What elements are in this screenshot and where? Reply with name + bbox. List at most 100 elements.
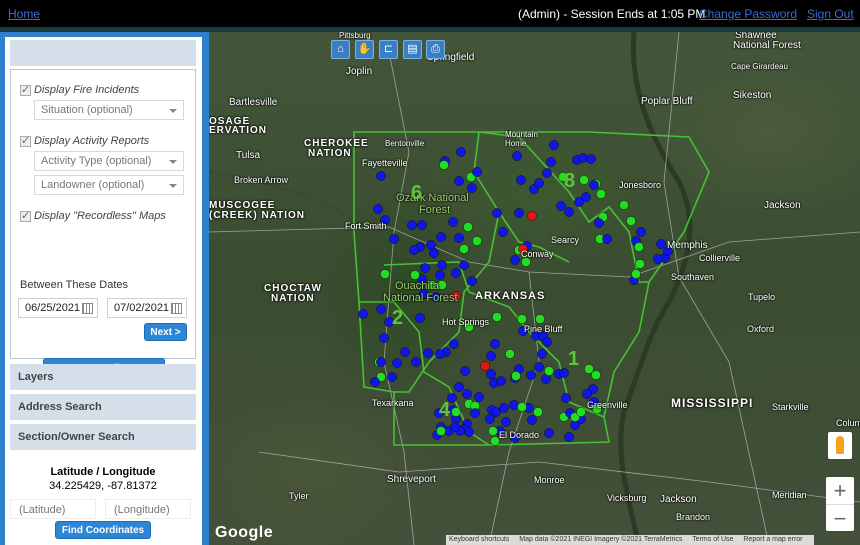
activity-report-marker[interactable] [656,239,666,249]
activity-report-marker[interactable] [472,167,482,177]
calendar-icon[interactable] [171,303,182,314]
hand-icon[interactable]: ✋ [355,40,374,59]
print-icon[interactable]: ⎙ [426,40,445,59]
activity-reports-toggle[interactable]: Display Activity Reports [20,134,149,147]
report-error-link[interactable]: Report a map error [743,536,802,543]
fire-incident-marker[interactable] [480,361,490,371]
activity-type-select[interactable]: Activity Type (optional) [34,151,184,171]
fire-incidents-toggle[interactable]: Display Fire Incidents [20,83,139,96]
latitude-input[interactable]: (Latitude) [10,499,96,519]
recordless-map-marker[interactable] [505,349,515,359]
activity-report-marker[interactable] [509,400,519,410]
activity-report-marker[interactable] [449,339,459,349]
activity-report-marker[interactable] [542,337,552,347]
recordless-map-marker[interactable] [492,312,502,322]
activity-report-marker[interactable] [420,263,430,273]
activity-report-marker[interactable] [486,351,496,361]
recordless-map-marker[interactable] [576,407,586,417]
activity-report-marker[interactable] [501,417,511,427]
activity-report-marker[interactable] [574,197,584,207]
recordless-map-marker[interactable] [488,426,498,436]
recordless-map-marker[interactable] [511,371,521,381]
activity-report-marker[interactable] [561,393,571,403]
address-search-accordion[interactable]: Address Search [10,394,196,420]
activity-report-marker[interactable] [564,432,574,442]
activity-report-marker[interactable] [437,260,447,270]
fire-incidents-checkbox[interactable] [20,83,31,96]
longitude-input[interactable]: (Longitude) [105,499,191,519]
recordless-map-marker[interactable] [544,366,554,376]
situation-select[interactable]: Situation (optional) [34,100,184,120]
end-date-input[interactable]: 07/02/2021 [107,298,187,318]
activity-report-marker[interactable] [470,408,480,418]
activity-report-marker[interactable] [564,207,574,217]
recordless-map-marker[interactable] [451,407,461,417]
activity-report-marker[interactable] [653,254,663,264]
activity-report-marker[interactable] [392,358,402,368]
activity-report-marker[interactable] [546,157,556,167]
activity-report-marker[interactable] [636,227,646,237]
activity-report-marker[interactable] [594,218,604,228]
activity-report-marker[interactable] [534,178,544,188]
activity-report-marker[interactable] [436,232,446,242]
activity-report-marker[interactable] [542,168,552,178]
recordless-maps-toggle[interactable]: Display "Recordless" Maps [20,209,166,222]
zoom-in-button[interactable]: + [826,477,854,504]
activity-report-marker[interactable] [358,309,368,319]
recordless-map-marker[interactable] [517,402,527,412]
activity-report-marker[interactable] [499,403,509,413]
recordless-map-marker[interactable] [634,242,644,252]
activity-report-marker[interactable] [537,349,547,359]
activity-report-marker[interactable] [454,176,464,186]
layers-icon[interactable]: ▤ [403,40,422,59]
change-password-link[interactable]: Change Password [699,7,797,21]
activity-report-marker[interactable] [486,369,496,379]
activity-report-marker[interactable] [448,217,458,227]
activity-report-marker[interactable] [534,362,544,372]
next-button[interactable]: Next > [144,323,187,341]
activity-report-marker[interactable] [379,333,389,343]
find-coordinates-button[interactable]: Find Coordinates [55,521,151,539]
activity-report-marker[interactable] [426,240,436,250]
section-owner-search-accordion[interactable]: Section/Owner Search [10,424,196,450]
activity-report-marker[interactable] [387,372,397,382]
panel-header[interactable] [10,40,196,66]
recordless-map-marker[interactable] [619,200,629,210]
activity-report-marker[interactable] [556,201,566,211]
activity-report-marker[interactable] [589,180,599,190]
measure-icon[interactable]: ⊏ [379,40,398,59]
activity-report-marker[interactable] [514,208,524,218]
activity-report-marker[interactable] [582,389,592,399]
start-date-input[interactable]: 06/25/2021 [18,298,98,318]
activity-report-marker[interactable] [417,220,427,230]
layers-accordion[interactable]: Layers [10,364,196,390]
recordless-map-marker[interactable] [596,189,606,199]
recordless-map-marker[interactable] [463,222,473,232]
recordless-map-marker[interactable] [410,270,420,280]
activity-report-marker[interactable] [602,234,612,244]
recordless-map-marker[interactable] [635,259,645,269]
activity-report-marker[interactable] [451,268,461,278]
terms-link[interactable]: Terms of Use [692,536,733,543]
activity-report-marker[interactable] [549,140,559,150]
activity-report-marker[interactable] [373,204,383,214]
activity-report-marker[interactable] [498,227,508,237]
activity-report-marker[interactable] [415,313,425,323]
activity-report-marker[interactable] [435,270,445,280]
home-icon[interactable]: ⌂ [331,40,350,59]
activity-report-marker[interactable] [462,389,472,399]
keyboard-shortcuts-link[interactable]: Keyboard shortcuts [449,536,509,543]
activity-report-marker[interactable] [389,234,399,244]
recordless-map-marker[interactable] [517,314,527,324]
home-link[interactable]: Home [8,7,40,21]
recordless-map-marker[interactable] [533,407,543,417]
recordless-map-marker[interactable] [579,175,589,185]
recordless-map-marker[interactable] [380,269,390,279]
map-view[interactable]: Shawnee National Forest Cape Girardeau S… [209,32,860,545]
activity-report-marker[interactable] [456,147,466,157]
activity-report-marker[interactable] [450,422,460,432]
activity-report-marker[interactable] [376,171,386,181]
zoom-out-button[interactable]: − [826,504,854,531]
fire-incident-marker[interactable] [527,211,537,221]
activity-report-marker[interactable] [411,357,421,367]
